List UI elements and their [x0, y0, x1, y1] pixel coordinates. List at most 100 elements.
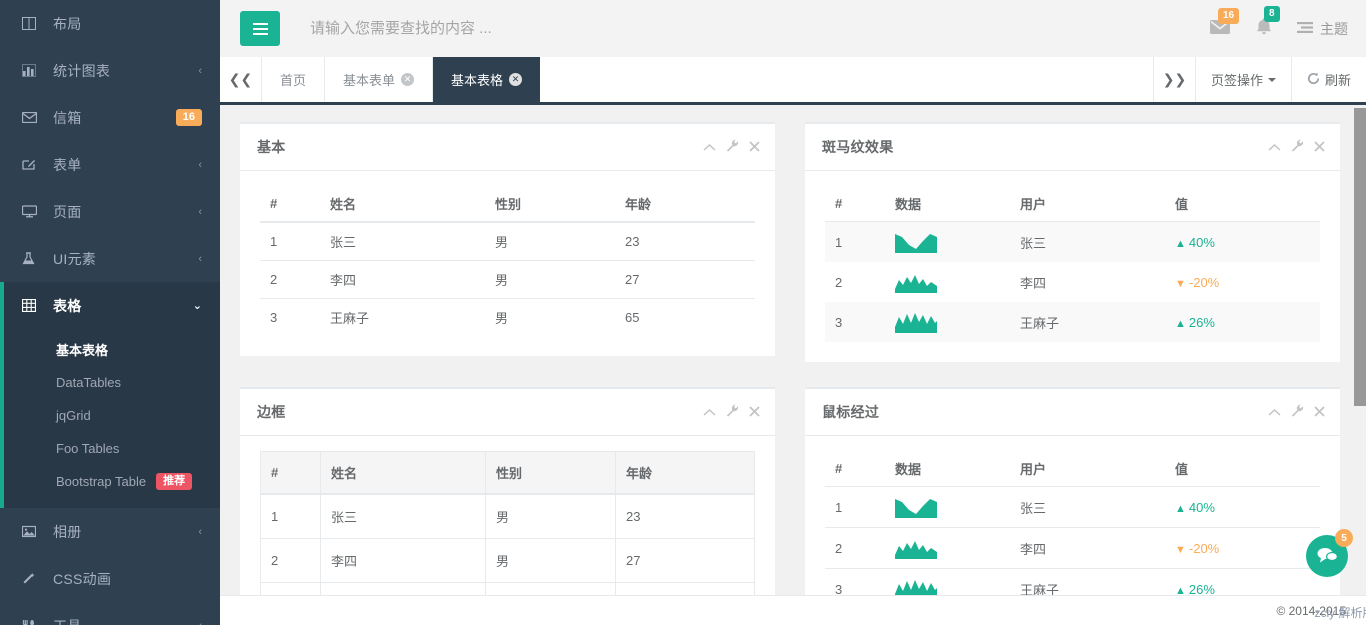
copyright-stack: © 2014-2015 zcly 解析版权所有	[1276, 604, 1366, 620]
sidebar-subitem-basic-table[interactable]: 基本表格	[0, 333, 220, 366]
list-icon	[1297, 21, 1313, 37]
column-header-value: 值	[1165, 186, 1320, 222]
column-header-name: 姓名	[320, 451, 486, 495]
column-header-sex: 性别	[485, 186, 615, 223]
hover-table: # 数据 用户 值 1 张三 ▲ 40% 2 李四 ▼ -20% 3 王麻子 ▲…	[825, 451, 1320, 609]
cell-value: ▲ 40%	[1165, 222, 1320, 263]
column-header-user: 用户	[1010, 186, 1165, 222]
cell-num: 2	[825, 527, 885, 569]
close-icon[interactable]: ✕	[401, 73, 415, 86]
chat-button[interactable]: 5	[1306, 529, 1353, 577]
sidebar-item-pages[interactable]: 页面 ‹	[0, 188, 220, 235]
sidebar-item-mailbox[interactable]: 信箱 16	[0, 94, 220, 141]
envelope-icon	[22, 112, 42, 123]
sidebar-subitem-bootstrap-table[interactable]: Bootstrap Table 推荐	[0, 465, 220, 498]
wrench-icon[interactable]	[1291, 404, 1304, 420]
refresh-button[interactable]: 刷新	[1290, 57, 1366, 102]
panel-tools	[1268, 139, 1325, 155]
chevron-left-icon: ‹	[198, 64, 202, 77]
cell-value: ▼ -20%	[1165, 262, 1320, 302]
arrow-up-icon: ▲	[1175, 502, 1186, 515]
cell-sex: 男	[485, 538, 616, 583]
mail-badge: 16	[1218, 7, 1240, 24]
panel-basic: 基本 # 姓名 性别 年龄 1 张三 男 23 2 李四 男 27 3 王麻子 …	[240, 122, 775, 356]
cell-age: 23	[615, 493, 755, 539]
sparkline-spiky-icon	[895, 313, 937, 333]
flask-icon	[22, 252, 42, 265]
sidebar-item-tables[interactable]: 表格 ⌄	[0, 282, 220, 329]
cell-value: ▼ -20%	[1165, 527, 1320, 569]
close-icon[interactable]	[1314, 140, 1325, 155]
table-row: 3 王麻子 男 65	[260, 298, 755, 336]
chevron-up-icon[interactable]	[1268, 405, 1281, 420]
sidebar-item-forms[interactable]: 表单 ‹	[0, 141, 220, 188]
sidebar-item-css-animation[interactable]: CSS动画	[0, 555, 220, 602]
chevron-left-icon: ‹	[198, 205, 202, 218]
panel-header: 边框	[240, 389, 775, 436]
notifications-button[interactable]: 8	[1255, 6, 1280, 40]
tab-basic-table[interactable]: 基本表格 ✕	[433, 57, 541, 102]
wrench-icon[interactable]	[726, 404, 739, 420]
column-header-value: 值	[1165, 451, 1320, 487]
close-icon[interactable]	[749, 140, 760, 155]
chevron-up-icon[interactable]	[703, 140, 716, 155]
close-icon[interactable]	[1314, 405, 1325, 420]
cell-user: 张三	[1020, 235, 1047, 251]
chevron-up-icon[interactable]	[1268, 140, 1281, 155]
sidebar-item-layout[interactable]: 布局	[0, 0, 220, 47]
search-input[interactable]	[310, 20, 790, 37]
panel-header: 鼠标经过	[805, 389, 1340, 436]
sparkline-dip-icon	[895, 499, 937, 518]
cell-num: 1	[260, 493, 321, 539]
sparkline-dip-icon	[895, 234, 937, 253]
wrench-icon[interactable]	[726, 139, 739, 155]
sidebar-item-ui-elements[interactable]: UI元素 ‹	[0, 235, 220, 282]
sidebar-item-label: 相册	[53, 523, 82, 540]
cell-age: 27	[615, 260, 755, 299]
wrench-icon[interactable]	[1291, 139, 1304, 155]
close-icon[interactable]	[749, 405, 760, 420]
chevron-left-icon: ‹	[198, 252, 202, 265]
cell-num: 1	[835, 234, 843, 250]
tab-label: 基本表格	[451, 73, 504, 88]
footer: © 2014-2015 zcly 解析版权所有	[220, 595, 1366, 625]
caret-down-icon	[1267, 77, 1276, 82]
cell-sparkline	[885, 527, 1010, 569]
sidebar-item-tools[interactable]: 工具 ‹	[0, 602, 220, 625]
chevron-up-icon[interactable]	[703, 405, 716, 420]
arrow-up-icon: ▲	[1175, 317, 1186, 330]
mail-button[interactable]: 16	[1209, 7, 1240, 39]
theme-button[interactable]: 主题	[1297, 19, 1348, 39]
tab-home[interactable]: 首页	[262, 57, 326, 102]
tabs-scroll-prev-button[interactable]: ❮❮	[220, 57, 262, 102]
table-header-row: # 数据 用户 值	[825, 186, 1320, 222]
cutlery-icon	[22, 619, 42, 625]
column-header-name: 姓名	[320, 186, 485, 223]
sidebar-item-charts[interactable]: 统计图表 ‹	[0, 47, 220, 94]
layout-icon	[22, 17, 42, 30]
cell-num: 2	[260, 538, 321, 583]
value-text: 26%	[1188, 314, 1215, 330]
content-scrollbar-thumb[interactable]	[1354, 108, 1366, 406]
cell-num: 1	[825, 486, 885, 528]
menu-toggle-button[interactable]	[240, 11, 280, 46]
sidebar-item-label: 布局	[53, 15, 82, 32]
tab-label: 基本表单	[343, 73, 396, 88]
recommended-badge: 推荐	[156, 473, 193, 490]
sidebar-subitem-jqgrid[interactable]: jqGrid	[0, 399, 220, 432]
column-header-data: 数据	[885, 186, 1010, 222]
cell-user: 张三	[1010, 486, 1165, 528]
close-icon[interactable]: ✕	[509, 73, 523, 86]
panel-title: 边框	[257, 404, 286, 420]
cell-name: 张三	[320, 493, 486, 539]
tabs-scroll-next-button[interactable]: ❯❯	[1152, 57, 1195, 102]
sidebar-item-gallery[interactable]: 相册 ‹	[0, 508, 220, 555]
tab-basic-form[interactable]: 基本表单 ✕	[325, 57, 434, 102]
table-icon	[22, 299, 42, 312]
tab-operations-dropdown[interactable]: 页签操作	[1194, 57, 1291, 102]
magic-wand-icon	[22, 572, 42, 585]
sidebar-subitem-datatables[interactable]: DataTables	[0, 366, 220, 399]
table-row: 1 张三 ▲ 40%	[825, 486, 1320, 528]
sidebar-subitem-foo-tables[interactable]: Foo Tables	[0, 432, 220, 465]
sidebar-subitem-label: 基本表格	[56, 343, 109, 358]
